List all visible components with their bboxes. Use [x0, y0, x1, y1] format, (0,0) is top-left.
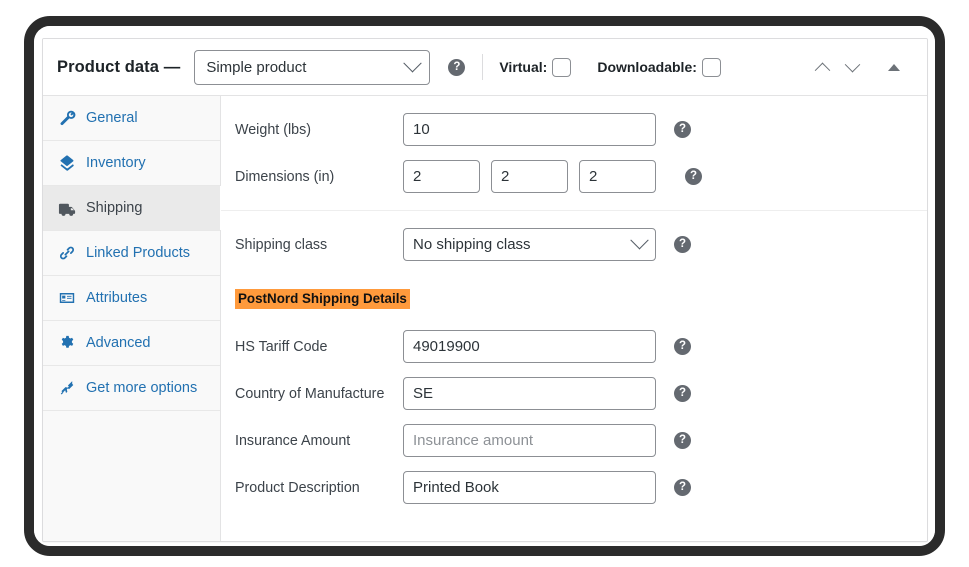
hs-tariff-code-field-row: HS Tariff Code ?	[221, 323, 927, 370]
weight-input[interactable]	[403, 113, 656, 146]
sidebar-item-linked-products[interactable]: Linked Products	[43, 231, 220, 276]
sidebar-item-attributes[interactable]: Attributes	[43, 276, 220, 321]
shipping-dimensions-group: Weight (lbs) ? Dimensions (in) ?	[221, 96, 927, 211]
dimension-width-input[interactable]	[491, 160, 568, 193]
device-frame: Product data — Simple product ? Virtual:…	[24, 16, 945, 556]
hs-tariff-code-input[interactable]	[403, 330, 656, 364]
shipping-class-label: Shipping class	[235, 236, 328, 253]
product-data-header: Product data — Simple product ? Virtual:…	[43, 39, 927, 96]
shipping-class-field-row: Shipping class No shipping class ?	[221, 221, 927, 268]
virtual-checkbox[interactable]	[552, 57, 572, 77]
sidebar-item-label: General	[86, 110, 138, 126]
sidebar-item-label: Shipping	[86, 200, 143, 216]
move-up-button[interactable]	[807, 52, 837, 82]
downloadable-checkbox[interactable]	[701, 57, 721, 77]
sidebar-item-shipping[interactable]: Shipping	[43, 186, 221, 231]
sidebar-item-label: Get more options	[86, 380, 198, 396]
triangle-up-icon	[888, 63, 900, 71]
virtual-label: Virtual:	[499, 59, 548, 75]
postnord-heading: PostNord Shipping Details	[235, 289, 410, 310]
product-description-input[interactable]	[403, 471, 656, 505]
chevron-up-icon	[814, 62, 830, 78]
help-icon[interactable]: ?	[674, 338, 691, 356]
sidebar-item-label: Linked Products	[86, 245, 190, 261]
sidebar-item-get-more-options[interactable]: Get more options	[43, 366, 220, 411]
help-icon[interactable]: ?	[685, 168, 702, 185]
product-type-select[interactable]: Simple product	[194, 49, 431, 85]
virtual-checkbox-group[interactable]: Virtual:	[499, 57, 572, 77]
downloadable-label: Downloadable:	[597, 59, 697, 75]
sidebar-item-label: Inventory	[86, 155, 146, 171]
postnord-fields-group: HS Tariff Code ? Country of Manufacture …	[221, 313, 927, 521]
shipping-class-selected-value: No shipping class	[413, 236, 531, 253]
downloadable-checkbox-group[interactable]: Downloadable:	[597, 57, 721, 77]
help-icon[interactable]: ?	[448, 58, 466, 76]
sidebar-item-general[interactable]: General	[43, 96, 220, 141]
move-down-button[interactable]	[837, 52, 867, 82]
plugin-icon	[57, 378, 77, 398]
product-data-body: General Inventory Shipping Linked Produc…	[43, 96, 927, 541]
header-divider	[482, 54, 484, 80]
sidebar-item-advanced[interactable]: Advanced	[43, 321, 220, 366]
insurance-amount-field-row: Insurance Amount ?	[221, 417, 927, 464]
insurance-amount-label: Insurance Amount	[235, 432, 351, 449]
toggle-panel-button[interactable]	[879, 52, 909, 82]
help-icon[interactable]: ?	[674, 432, 691, 450]
help-icon[interactable]: ?	[674, 236, 691, 253]
country-of-manufacture-input[interactable]	[403, 377, 656, 411]
header-actions	[807, 52, 913, 82]
chevron-down-icon	[844, 56, 860, 72]
product-data-metabox: Product data — Simple product ? Virtual:…	[42, 38, 928, 542]
postnord-section-header: PostNord Shipping Details	[221, 278, 927, 313]
hs-tariff-code-label: HS Tariff Code	[235, 338, 328, 355]
shipping-options-panel: Weight (lbs) ? Dimensions (in) ?	[221, 96, 927, 541]
product-description-label: Product Description	[235, 479, 360, 496]
help-icon[interactable]: ?	[674, 479, 691, 497]
shipping-class-select[interactable]: No shipping class	[403, 228, 656, 261]
browser-viewport: Product data — Simple product ? Virtual:…	[34, 26, 935, 546]
dimension-height-input[interactable]	[579, 160, 656, 193]
country-of-manufacture-field-row: Country of Manufacture ?	[221, 370, 927, 417]
wrench-icon	[57, 108, 77, 128]
sidebar-item-inventory[interactable]: Inventory	[43, 141, 220, 186]
sidebar-item-label: Advanced	[86, 335, 151, 351]
help-icon[interactable]: ?	[674, 385, 691, 403]
archive-box-icon	[57, 153, 77, 173]
dimensions-label: Dimensions (in)	[235, 168, 335, 185]
weight-field-row: Weight (lbs) ?	[221, 106, 927, 153]
dimension-length-input[interactable]	[403, 160, 480, 193]
shipping-class-group: Shipping class No shipping class ?	[221, 211, 927, 278]
country-of-manufacture-label: Country of Manufacture	[235, 385, 385, 402]
link-icon	[57, 243, 77, 263]
help-icon[interactable]: ?	[674, 121, 691, 138]
truck-icon	[57, 198, 77, 218]
gear-icon	[57, 333, 77, 353]
page-title: Product data —	[57, 57, 181, 76]
id-card-icon	[57, 288, 77, 308]
insurance-amount-input[interactable]	[403, 424, 656, 458]
product-data-tabs: General Inventory Shipping Linked Produc…	[43, 96, 221, 541]
weight-label: Weight (lbs)	[235, 121, 312, 138]
dimensions-field-row: Dimensions (in) ?	[221, 153, 927, 200]
product-type-selected-value: Simple product	[206, 58, 307, 76]
sidebar-item-label: Attributes	[86, 290, 148, 306]
chevron-down-icon	[630, 231, 649, 250]
chevron-down-icon	[403, 53, 423, 72]
product-description-field-row: Product Description ?	[221, 464, 927, 511]
